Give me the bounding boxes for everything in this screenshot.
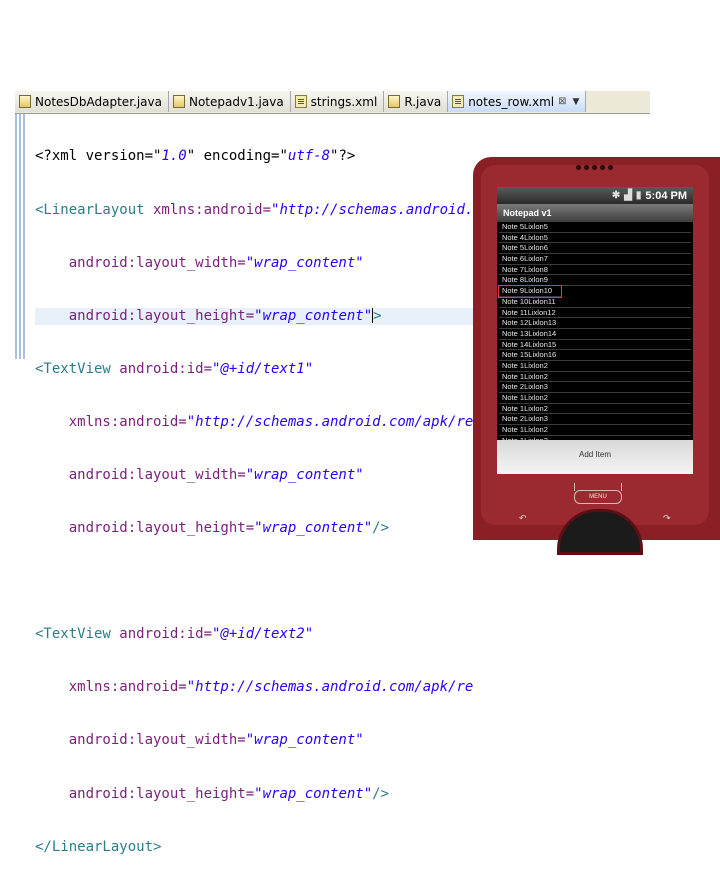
note-list-item[interactable]: Note 14Lixlon15 <box>499 340 691 351</box>
tab-label: R.java <box>404 94 442 109</box>
note-list-item[interactable]: Note 5Lixlon5 <box>499 222 691 233</box>
code-line: android:layout_height="wrap_content"/> <box>35 785 390 802</box>
note-list-item[interactable]: Note 8Lixlon9 <box>499 275 691 287</box>
signal-icon: ▟ <box>624 190 632 201</box>
xml-file-icon <box>452 95 465 108</box>
tab-label: notes_row.xml <box>468 94 555 109</box>
battery-icon: ▮ <box>635 190 642 201</box>
tab-label: strings.xml <box>310 94 378 109</box>
editor-gutter <box>15 114 27 359</box>
bluetooth-icon: ✱ <box>611 190 621 201</box>
menu-button-label: MENU <box>589 494 607 500</box>
code-line: </LinearLayout> <box>35 838 162 855</box>
note-list-item[interactable]: Note 11Lixlon12 <box>499 308 691 319</box>
notes-list[interactable]: Note 5Lixlon5 Note 4Lixlon5 Note 5Lixlon6 N… <box>498 222 691 447</box>
tab-label: Notepadv1.java <box>188 94 284 109</box>
close-tab-icon[interactable]: ⊠ <box>558 96 566 107</box>
note-list-item[interactable]: Note 7Lixlon8 <box>499 265 691 276</box>
code-line: android:layout_width="wrap_content" <box>35 732 364 749</box>
java-file-icon <box>172 95 185 108</box>
note-list-item[interactable]: Note 1Lixlon2 <box>499 393 691 404</box>
status-bar: ✱ ▟ ▮ 5:04 PM <box>497 187 693 204</box>
search-arrow-icon[interactable]: ↷ <box>663 514 671 524</box>
code-line: xmlns:android="http://schemas.android.co… <box>35 679 474 696</box>
app-title-bar: Notepad v1 <box>497 204 693 222</box>
tab-notes-row-xml[interactable]: notes_row.xml ⊠ ▼ <box>448 91 587 112</box>
note-list-item[interactable]: Note 5Lixlon6 <box>499 243 691 255</box>
note-list-item[interactable]: Note 15Lixlon16 <box>499 350 691 361</box>
java-file-icon <box>19 95 31 108</box>
note-list-item[interactable]: Note 1Lixlon2 <box>499 361 691 372</box>
note-list-item[interactable]: Note 9Lixlon10 <box>498 285 562 298</box>
xml-file-icon <box>294 95 307 108</box>
note-list-item[interactable]: Note 12Lixlon13 <box>499 318 691 329</box>
back-arrow-icon[interactable]: ↶ <box>519 514 527 524</box>
note-list-item[interactable]: Note 10Lixlon11 <box>499 297 691 308</box>
tab-strings-xml[interactable]: strings.xml <box>290 91 385 112</box>
status-time: 5:04 PM <box>645 189 687 202</box>
note-list-item[interactable]: Note 6Lixlon7 <box>499 254 691 265</box>
note-list-item[interactable]: Note 13Lixlon14 <box>499 329 691 340</box>
note-list-item[interactable]: Note 4Lixlon5 <box>499 233 691 244</box>
tab-notes-db-adapter[interactable]: NotesDbAdapter.java <box>15 91 169 112</box>
menu-hardware-button[interactable]: MENU <box>574 483 622 504</box>
note-list-item[interactable]: Note 2Lixlon3 <box>499 414 691 426</box>
tab-list-chevron-icon[interactable]: ▼ <box>573 97 580 107</box>
note-list-item[interactable]: Note 1Lixlon2 <box>499 372 691 383</box>
note-list-item[interactable]: Note 1Lixlon2 <box>499 404 691 415</box>
note-list-item[interactable]: Note 1Lixlon2 <box>499 425 691 436</box>
java-file-icon <box>388 95 401 108</box>
add-item-menu-option[interactable]: Add Item <box>497 450 693 459</box>
tab-notepadv1[interactable]: Notepadv1.java <box>168 91 291 112</box>
android-emulator: ✱ ▟ ▮ 5:04 PM Notepad v1 Note 5Lixlon5 No… <box>473 157 720 555</box>
phone-screen: ✱ ▟ ▮ 5:04 PM Notepad v1 Note 5Lixlon5 No… <box>497 187 693 474</box>
options-menu: Add Item <box>497 440 693 474</box>
tab-label: NotesDbAdapter.java <box>35 94 162 109</box>
speaker-grille <box>576 165 613 170</box>
editor-tab-bar: NotesDbAdapter.java Notepadv1.java strin… <box>15 91 650 114</box>
note-list-item[interactable]: Note 2Lixlon3 <box>499 382 691 393</box>
tab-r-java[interactable]: R.java <box>384 91 449 112</box>
code-line: <TextView android:id="@+id/text2" <box>35 626 314 643</box>
